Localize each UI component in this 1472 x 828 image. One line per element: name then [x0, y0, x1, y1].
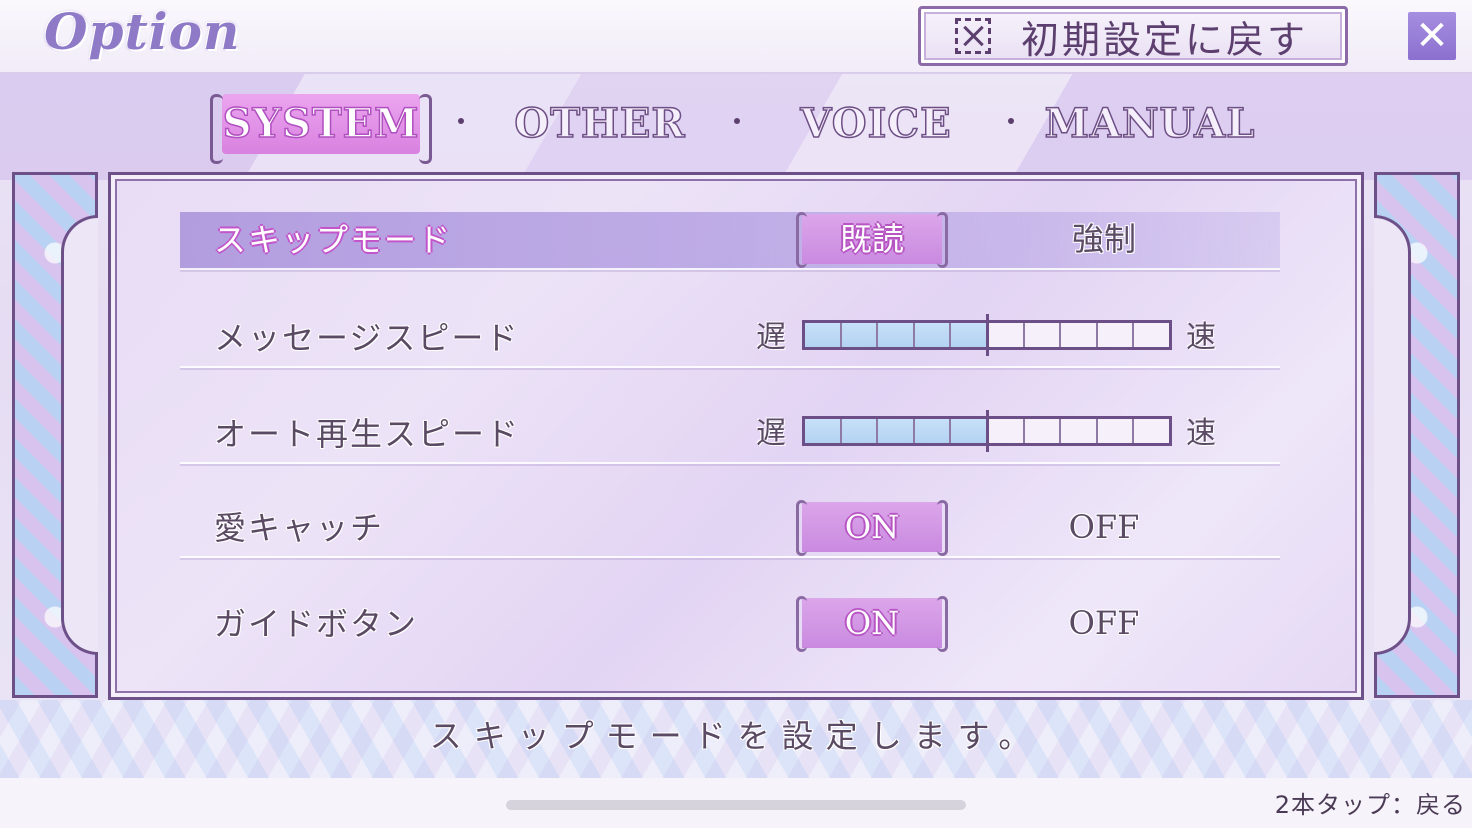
slider-knob[interactable] [986, 410, 989, 452]
skip-mode-read-option[interactable]: 既読 [796, 212, 948, 268]
setting-row-skip-mode[interactable]: スキップモード 既読 強制 [180, 212, 1280, 270]
guide-button-on-option[interactable]: ON [796, 596, 948, 652]
reset-box-icon [955, 18, 991, 54]
tab-separator [1008, 118, 1014, 124]
auto-speed-slider[interactable]: 遅 速 [750, 406, 1230, 462]
ornament-arch [1374, 215, 1411, 655]
skip-mode-label: スキップモード [214, 221, 453, 259]
love-catch-off-option[interactable]: OFF [1034, 502, 1174, 552]
setting-row-guide-button: ガイドボタン ON OFF [180, 596, 1280, 652]
home-indicator[interactable] [506, 800, 966, 810]
right-stained-glass-ornament [1374, 172, 1460, 698]
tab-voice[interactable]: VOICE [776, 94, 976, 154]
setting-row-love-catch: 愛キャッチ ON OFF [180, 500, 1280, 558]
slider-segment[interactable] [1134, 419, 1169, 443]
slider-segment[interactable] [1061, 323, 1098, 347]
guide-button-label: ガイドボタン [214, 605, 419, 643]
slider-segment[interactable] [1097, 419, 1135, 443]
slider-segment[interactable] [1024, 323, 1062, 347]
tab-bracket-left [210, 94, 223, 164]
tab-separator [458, 118, 464, 124]
setting-description: スキップモードを設定します。 [429, 717, 1043, 755]
tab-manual-label: MANUAL [1044, 99, 1256, 148]
skip-mode-force-option[interactable]: 強制 [1034, 214, 1174, 264]
slider-segment[interactable] [878, 419, 915, 443]
slider-segment[interactable] [914, 323, 952, 347]
header-bar: Option 初期設定に戻す ✕ [0, 0, 1472, 74]
slider-fast-label: 速 [1186, 320, 1216, 355]
guide-button-off-option[interactable]: OFF [1034, 598, 1174, 648]
tab-other[interactable]: OTHER [500, 94, 700, 154]
love-catch-label: 愛キャッチ [214, 509, 385, 547]
slider-segment[interactable] [987, 419, 1025, 443]
left-stained-glass-ornament [12, 172, 98, 698]
reset-defaults-button[interactable]: 初期設定に戻す [918, 6, 1348, 66]
ornament-arch [61, 215, 98, 655]
slider-segment[interactable] [1097, 323, 1135, 347]
tab-separator [734, 118, 740, 124]
love-catch-on-option[interactable]: ON [796, 500, 948, 556]
slider-segment[interactable] [1061, 419, 1098, 443]
close-button[interactable]: ✕ [1408, 12, 1456, 60]
slider-segment[interactable] [951, 323, 988, 347]
tab-voice-label: VOICE [800, 99, 952, 148]
slider-slow-label: 遅 [756, 320, 786, 355]
slider-fast-label: 速 [1186, 416, 1216, 451]
slider-segment[interactable] [1134, 323, 1169, 347]
slider-segment[interactable] [878, 323, 915, 347]
slider-segment[interactable] [841, 419, 879, 443]
message-speed-label: メッセージスピード [214, 319, 520, 357]
setting-row-message-speed: メッセージスピード 遅 速 [180, 310, 1280, 368]
tab-system[interactable]: SYSTEM [210, 94, 432, 164]
close-icon: ✕ [1415, 13, 1449, 59]
tab-manual[interactable]: MANUAL [1040, 94, 1260, 154]
tab-bracket-right [419, 94, 432, 164]
slider-knob[interactable] [986, 314, 989, 356]
slider-segment[interactable] [841, 323, 879, 347]
slider-slow-label: 遅 [756, 416, 786, 451]
reset-defaults-label: 初期設定に戻す [1021, 17, 1309, 62]
slider-segment[interactable] [987, 323, 1025, 347]
slider-segment[interactable] [805, 419, 842, 443]
message-speed-slider[interactable]: 遅 速 [750, 310, 1230, 366]
slider-segment[interactable] [951, 419, 988, 443]
slider-segment[interactable] [1024, 419, 1062, 443]
slider-segment[interactable] [914, 419, 952, 443]
tab-other-label: OTHER [514, 99, 686, 148]
setting-row-auto-speed: オート再生スピード 遅 速 [180, 406, 1280, 464]
back-hint: 2本タップ：戻る [1274, 791, 1466, 819]
page-title: Option [44, 2, 241, 61]
slider-segment[interactable] [805, 323, 842, 347]
tab-bar: SYSTEM OTHER VOICE MANUAL [200, 86, 1280, 164]
tab-system-label: SYSTEM [222, 99, 420, 148]
auto-speed-label: オート再生スピード [214, 415, 521, 453]
